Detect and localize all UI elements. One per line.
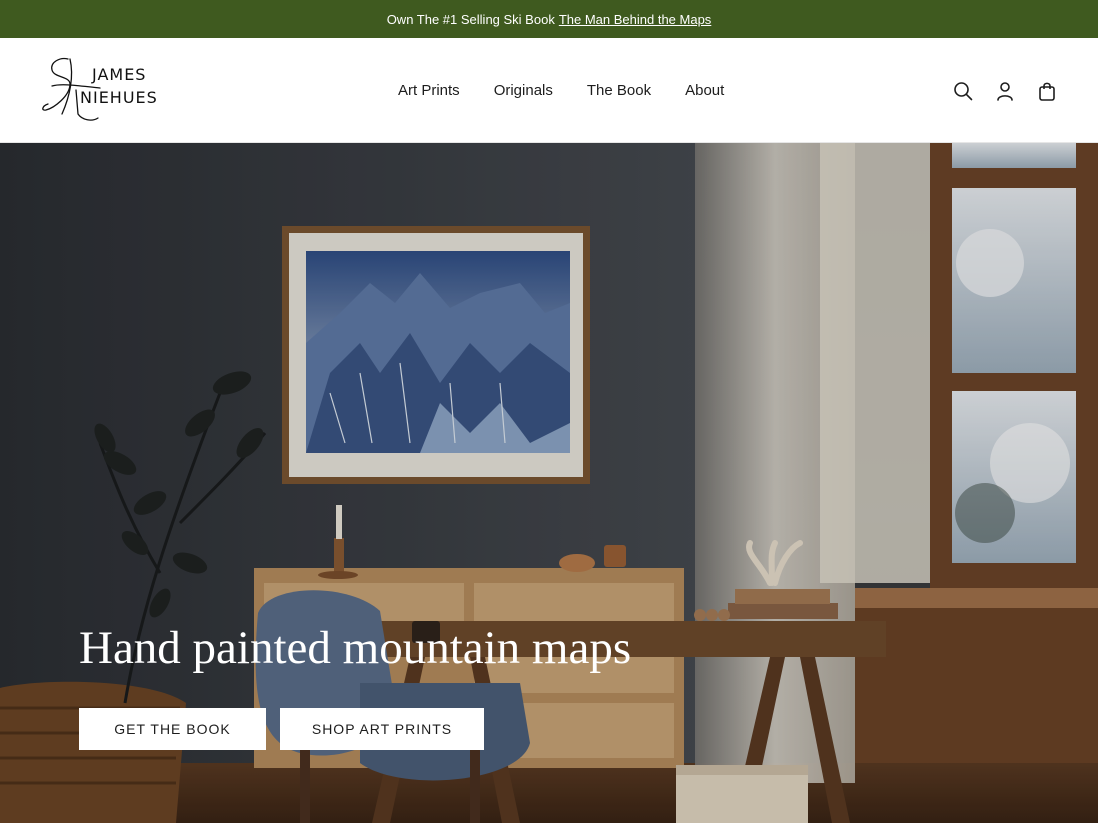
account-icon[interactable] [994, 80, 1016, 102]
hero-banner: Hand painted mountain maps GET THE BOOK … [0, 143, 1098, 823]
shop-art-prints-button[interactable]: SHOP ART PRINTS [280, 708, 484, 750]
nav-art-prints[interactable]: Art Prints [398, 82, 460, 99]
nav-originals[interactable]: Originals [494, 82, 553, 99]
cart-icon[interactable] [1036, 80, 1058, 102]
announcement-bar: Own The #1 Selling Ski Book The Man Behi… [0, 0, 1098, 38]
hero-title: Hand painted mountain maps [79, 622, 632, 674]
svg-text:JAMES: JAMES [91, 65, 146, 84]
site-header: JAMES NIEHUES Art Prints Originals The B… [0, 38, 1098, 143]
svg-text:NIEHUES: NIEHUES [80, 88, 158, 107]
signature-logo-icon: JAMES NIEHUES [42, 57, 158, 121]
announcement-text: Own The #1 Selling Ski Book [386, 11, 555, 27]
nav-about[interactable]: About [685, 82, 724, 99]
announcement-link[interactable]: The Man Behind the Maps [559, 12, 711, 27]
search-icon[interactable] [952, 80, 974, 102]
main-nav: Art Prints Originals The Book About [398, 38, 724, 143]
nav-the-book[interactable]: The Book [587, 82, 651, 99]
header-actions [952, 38, 1058, 143]
brand-logo[interactable]: JAMES NIEHUES [40, 56, 165, 124]
get-the-book-button[interactable]: GET THE BOOK [79, 708, 266, 750]
